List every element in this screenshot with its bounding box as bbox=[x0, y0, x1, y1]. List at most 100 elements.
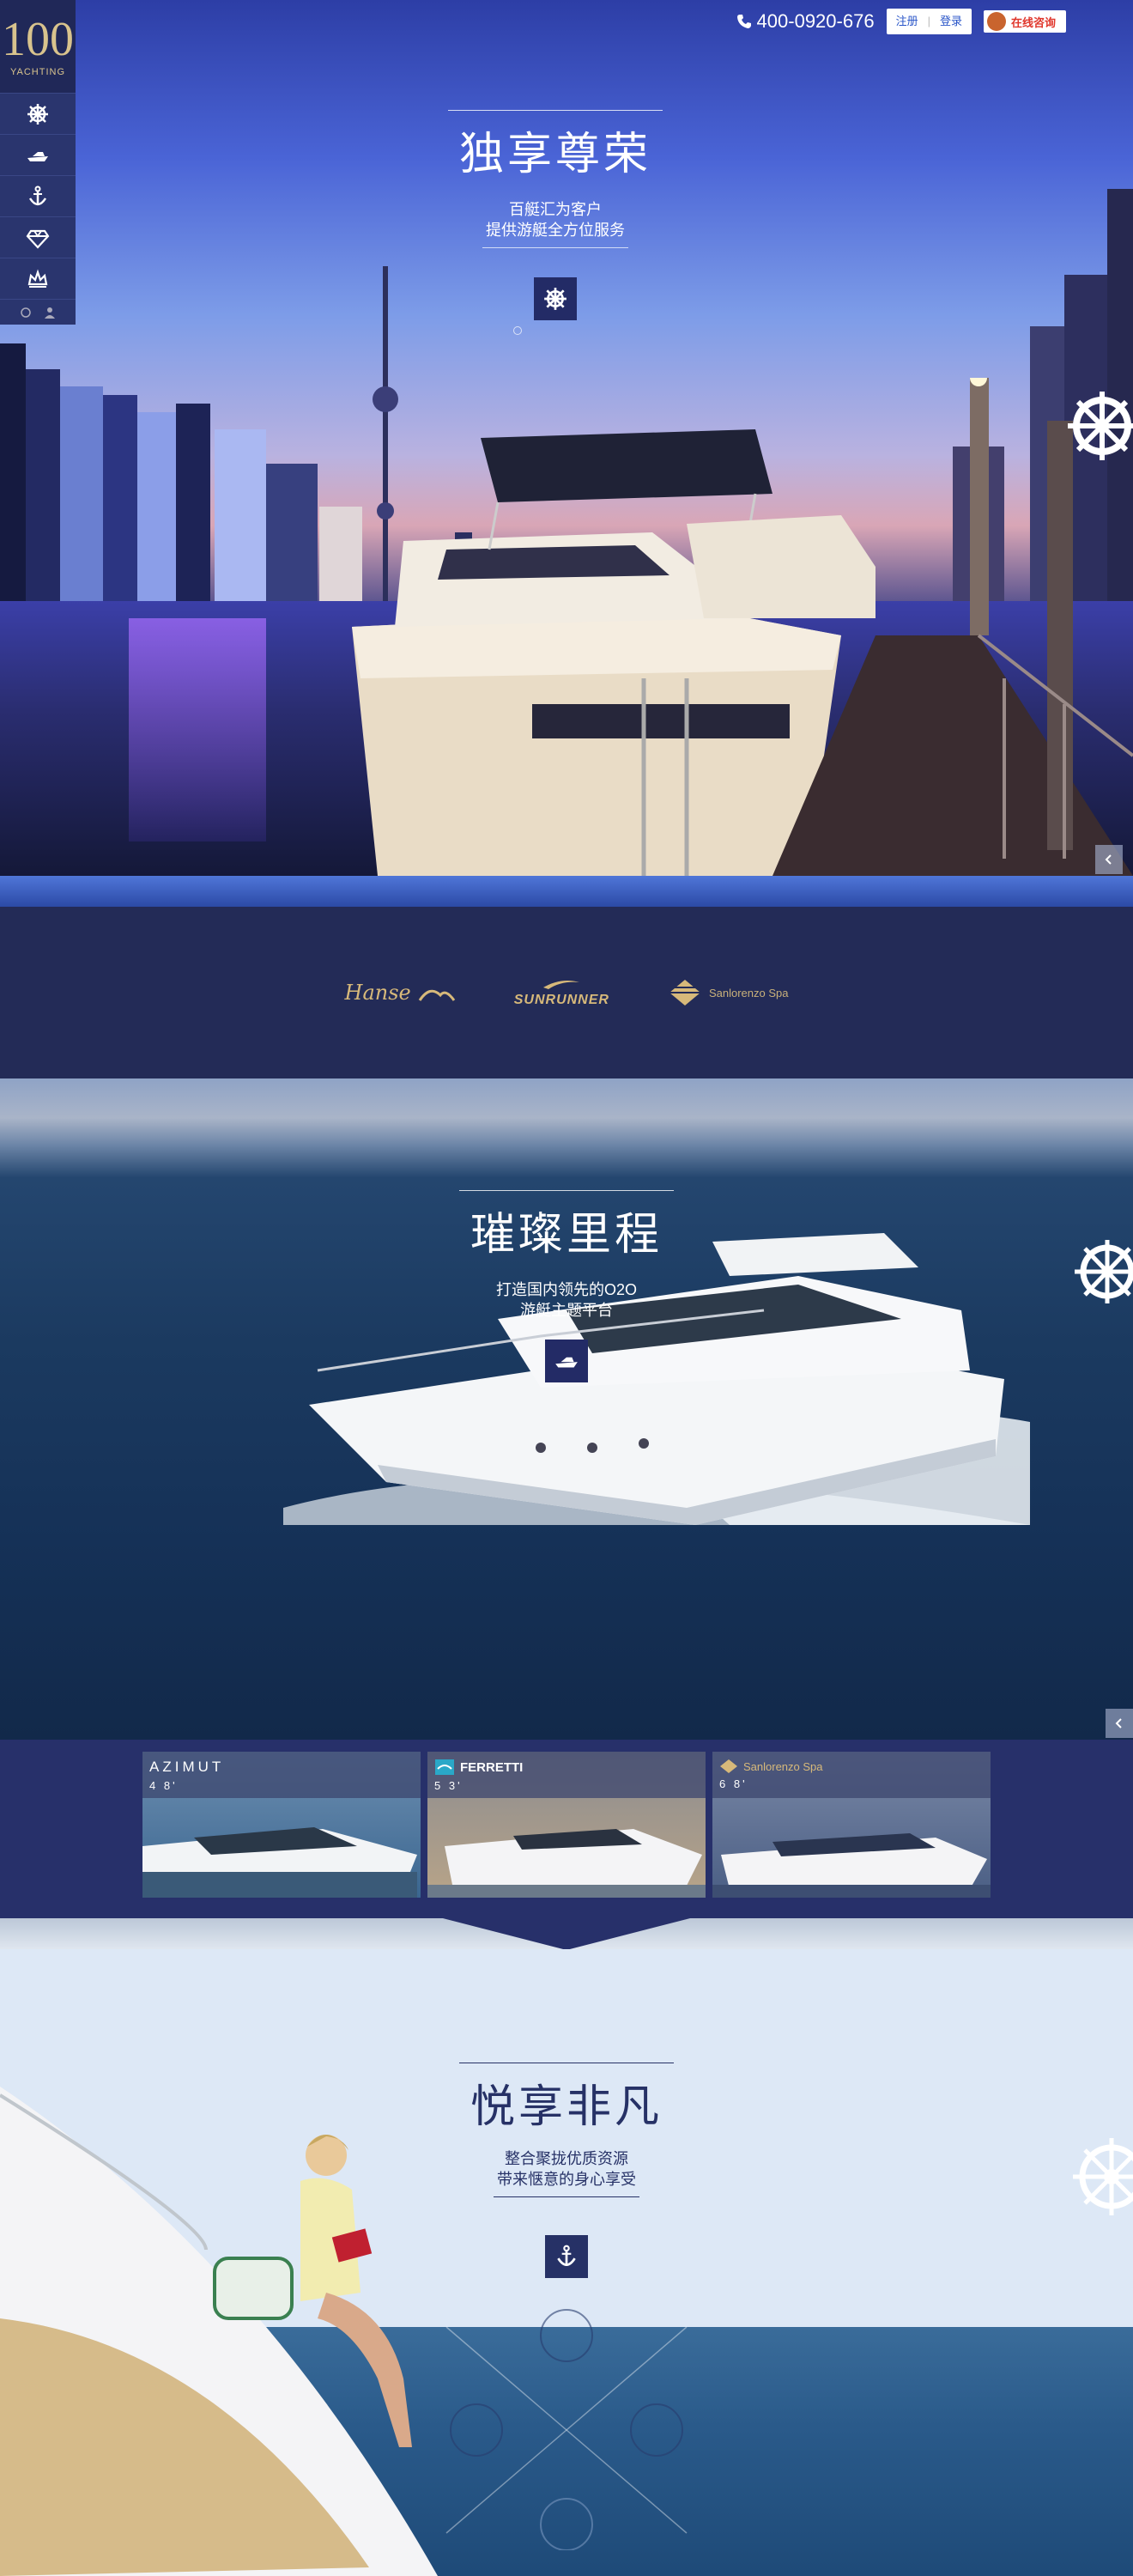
thumb-size: 4 8' bbox=[149, 1779, 178, 1792]
helm-decoration-icon bbox=[1068, 392, 1133, 460]
section-milestones bbox=[0, 1078, 1133, 1740]
water-reflection bbox=[129, 618, 266, 841]
scroll-indicator bbox=[513, 326, 522, 335]
milestones-title: 璀璨里程 bbox=[470, 1209, 663, 1261]
skyline bbox=[137, 412, 176, 601]
phone-number: 400-0920-676 bbox=[736, 10, 875, 33]
phone-icon bbox=[736, 15, 751, 28]
helm-icon bbox=[27, 103, 48, 125]
hero-prev-button[interactable] bbox=[1095, 845, 1123, 874]
woman-reading-image bbox=[213, 2134, 412, 2447]
enjoy-subtitle-2: 带来惬意的身心享受 bbox=[497, 2171, 636, 2188]
consult-button[interactable]: 在线咨询 bbox=[983, 10, 1066, 33]
section-divider bbox=[0, 1917, 1133, 1950]
yacht-image bbox=[712, 1833, 991, 1898]
thumb-card[interactable]: FERRETTI 5 3' bbox=[427, 1752, 706, 1898]
register-link[interactable]: 注册 bbox=[887, 9, 928, 34]
thumb-brand-label: Sanlorenzo Spa bbox=[743, 1759, 823, 1773]
divider bbox=[448, 110, 663, 111]
yacht-icon bbox=[27, 151, 48, 161]
helm-decoration-icon bbox=[1075, 1240, 1133, 1303]
thumb-brand: AZIMUT bbox=[149, 1759, 225, 1775]
sidebar-item-helm[interactable] bbox=[0, 93, 76, 134]
sidebar-item-yacht[interactable] bbox=[0, 134, 76, 175]
thumb-card[interactable]: Sanlorenzo Spa 6 8' bbox=[712, 1752, 991, 1898]
milestones-prev-button[interactable] bbox=[1106, 1709, 1133, 1738]
brand-strip: Hanse SUNRUNNER Sanlorenzo Spa bbox=[0, 907, 1133, 1078]
yacht-image bbox=[427, 1829, 706, 1898]
crown-icon bbox=[27, 269, 48, 288]
thumb-card[interactable]: AZIMUT 4 8' bbox=[142, 1752, 421, 1898]
milestones-subtitle-1: 打造国内领先的O2O bbox=[495, 1281, 637, 1298]
brand-sunrunner-label: SUNRUNNER bbox=[513, 993, 609, 1007]
helm-icon bbox=[21, 307, 31, 318]
user-icon bbox=[45, 307, 55, 319]
skyline bbox=[215, 429, 266, 601]
hero-heading: 独享尊荣 百艇汇为客户 提供游艇全方位服务 bbox=[448, 110, 663, 320]
brand-sanlorenzo-label: Sanlorenzo Spa bbox=[708, 986, 789, 999]
hero-title: 独享尊荣 bbox=[458, 129, 651, 180]
thumb-brand-label: FERRETTI bbox=[460, 1759, 524, 1775]
sidebar-item-anchor[interactable] bbox=[0, 175, 76, 216]
yacht-image bbox=[142, 1827, 417, 1898]
tv-tower bbox=[373, 386, 398, 412]
avatar bbox=[986, 12, 1006, 31]
sidebar-item-extra[interactable] bbox=[0, 299, 76, 325]
anchor-icon bbox=[557, 2245, 576, 2266]
arrow-notch bbox=[439, 1917, 694, 1950]
logo-number: 100 bbox=[2, 13, 74, 66]
brand-hanse[interactable]: Hanse bbox=[345, 981, 456, 1005]
divider bbox=[494, 2196, 639, 2197]
thumb-header: AZIMUT 4 8' bbox=[142, 1752, 421, 1798]
milestones-heading: 璀璨里程 打造国内领先的O2O 游艇主题平台 bbox=[459, 1190, 674, 1382]
hero-badge[interactable] bbox=[534, 277, 577, 320]
enjoy-title: 悦享非凡 bbox=[470, 2081, 663, 2133]
thumb-size: 5 3' bbox=[434, 1779, 463, 1792]
logo[interactable]: 100 YACHTING bbox=[0, 0, 76, 93]
thumb-brand: Sanlorenzo Spa bbox=[719, 1759, 984, 1774]
enjoy-subtitle-1: 整合聚拢优质资源 bbox=[505, 2150, 628, 2167]
chevron-left-icon bbox=[1105, 854, 1112, 865]
divider bbox=[459, 1190, 674, 1191]
hero-subtitle-1: 百艇汇为客户 bbox=[509, 201, 602, 218]
flag-icon bbox=[435, 1759, 454, 1775]
milestones-badge[interactable] bbox=[545, 1340, 588, 1382]
skyline bbox=[266, 464, 318, 601]
brand-hanse-label: Hanse bbox=[344, 981, 411, 1005]
hero-bottom-band bbox=[0, 876, 1133, 907]
brand-sunrunner[interactable]: SUNRUNNER bbox=[514, 977, 609, 1008]
diamond-icon bbox=[720, 1759, 737, 1773]
chevron-left-icon bbox=[1115, 1718, 1122, 1728]
login-link[interactable]: 登录 bbox=[930, 9, 972, 34]
thumb-size: 6 8' bbox=[719, 1777, 748, 1790]
hero-subtitle-2: 提供游艇全方位服务 bbox=[486, 222, 625, 239]
feature-circles bbox=[445, 2309, 688, 2550]
logo-text: YACHTING bbox=[9, 67, 66, 77]
skyline bbox=[0, 343, 26, 601]
helm-icon bbox=[544, 288, 566, 310]
thumb-header: Sanlorenzo Spa 6 8' bbox=[712, 1752, 991, 1798]
anchor-icon bbox=[28, 185, 47, 205]
swoosh-icon bbox=[543, 981, 580, 989]
consult-label: 在线咨询 bbox=[1010, 15, 1056, 29]
yacht-icon bbox=[555, 1357, 578, 1368]
yacht-thumbnails: AZIMUT 4 8' FERRETTI 5 3' Sanlorenzo Spa… bbox=[0, 1740, 1133, 1918]
skyline bbox=[103, 395, 137, 601]
thumb-brand: FERRETTI bbox=[434, 1759, 699, 1776]
sidebar-item-diamond[interactable] bbox=[0, 216, 76, 258]
topbar: 400-0920-676 注册 | 登录 在线咨询 bbox=[736, 9, 1066, 34]
skyline bbox=[26, 369, 60, 601]
enjoy-badge[interactable] bbox=[545, 2235, 588, 2278]
sidebar-item-crown[interactable] bbox=[0, 258, 76, 299]
diamond-icon bbox=[669, 980, 700, 1005]
divider bbox=[482, 247, 628, 248]
wave-icon bbox=[418, 989, 455, 1001]
brand-sanlorenzo[interactable]: Sanlorenzo Spa bbox=[668, 978, 789, 1007]
milestones-subtitle-2: 游艇主题平台 bbox=[520, 1302, 613, 1319]
thumb-header: FERRETTI 5 3' bbox=[427, 1752, 706, 1798]
phone-text: 400-0920-676 bbox=[756, 10, 875, 32]
enjoy-heading: 悦享非凡 整合聚拢优质资源 带来惬意的身心享受 bbox=[459, 2063, 674, 2278]
auth-links: 注册 | 登录 bbox=[886, 9, 972, 34]
sidebar-nav: 100 YACHTING bbox=[0, 0, 76, 335]
skyline bbox=[176, 404, 210, 601]
